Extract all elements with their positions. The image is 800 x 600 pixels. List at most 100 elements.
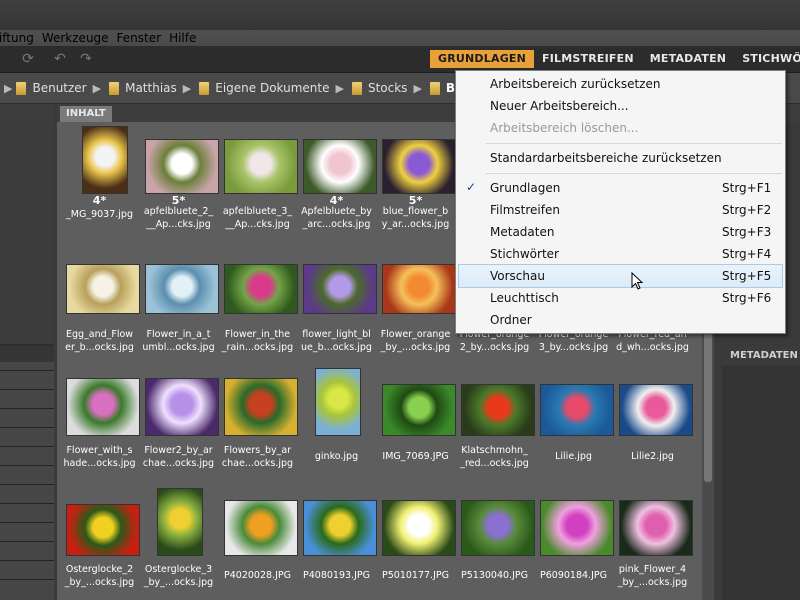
menu-item-filmstreifen[interactable]: Filmstreifen Strg+F2: [456, 199, 785, 221]
workspace-tab-filmstreifen[interactable]: FILMSTREIFEN: [534, 50, 642, 68]
folder-row-divider: [0, 389, 54, 390]
folders-panel: [0, 362, 54, 600]
workspace-tab-metadaten[interactable]: METADATEN: [642, 50, 734, 68]
tab-metadaten[interactable]: METADATEN: [722, 347, 800, 365]
thumbnail-image[interactable]: [224, 264, 298, 314]
thumbnail-image[interactable]: [461, 384, 535, 436]
menu-item-label: Standardarbeitsbereiche zurücksetzen: [490, 151, 722, 165]
thumbnail-filename: apfelbluete_3_ __Ap...cks.jpg: [222, 206, 293, 230]
menu-item-leuchttisch[interactable]: Leuchttisch Strg+F6: [456, 287, 785, 309]
thumbnail-image[interactable]: [619, 384, 693, 436]
folder-icon: [109, 81, 120, 95]
breadcrumb-item-benutzer[interactable]: Benutzer: [16, 81, 87, 95]
thumbnail-image[interactable]: [382, 384, 456, 436]
menu-item-shortcut: Strg+F1: [722, 181, 772, 195]
rating-label: 4*: [92, 194, 107, 207]
thumbnail-filename: Klatschmohn_ _red...ocks.jpg: [460, 445, 529, 469]
menu-werkzeuge[interactable]: Werkzeuge: [42, 30, 117, 46]
favorites-panel: [0, 122, 54, 344]
thumbnail-image[interactable]: [145, 264, 219, 314]
menu-list: rift­ung Werkzeuge Fenster Hilfe: [0, 30, 204, 46]
thumbnail-image[interactable]: [382, 500, 456, 556]
thumbnail-image[interactable]: [303, 264, 377, 314]
thumbnail-image[interactable]: [540, 500, 614, 556]
workspace-tab-stichwoerter[interactable]: STICHWÖ: [734, 50, 800, 80]
folder-icon: [429, 81, 440, 95]
menu-item-metadaten[interactable]: Metadaten Strg+F3: [456, 221, 785, 243]
menu-item-label: Leuchttisch: [490, 291, 559, 305]
breadcrumb-arrow-icon: ▶: [413, 81, 422, 95]
thumbnail-filename: P4020028.JPG: [224, 570, 291, 581]
undo-icon[interactable]: ↶: [52, 51, 68, 67]
thumbnail-image[interactable]: [66, 504, 140, 556]
menu-item-label: Filmstreifen: [490, 203, 560, 217]
menu-separator: [486, 173, 782, 174]
menu-item-shortcut: Strg+F2: [722, 203, 772, 217]
thumbnail-image[interactable]: [145, 139, 219, 194]
mouse-cursor-icon: [631, 272, 644, 290]
thumbnail-filename: IMG_7069.JPG: [382, 451, 449, 462]
menu-item-grundlagen[interactable]: ✓ Grundlagen Strg+F1: [456, 177, 785, 199]
thumbnail-image[interactable]: [66, 264, 140, 314]
menu-item-shortcut: Strg+F6: [722, 291, 772, 305]
folder-row-divider: [0, 579, 54, 580]
thumbnail-image[interactable]: [157, 488, 203, 556]
folder-row-divider: [0, 427, 54, 428]
breadcrumb-item-stocks[interactable]: Stocks: [351, 81, 407, 95]
folder-row-divider: [0, 465, 54, 466]
workspace-switcher: GRUNDLAGEN FILMSTREIFEN METADATEN STICHW…: [430, 50, 800, 80]
menu-item-vorschau[interactable]: Vorschau Strg+F5: [458, 264, 783, 288]
thumbnail-image[interactable]: [303, 500, 377, 556]
menu-hilfe[interactable]: Hilfe: [169, 30, 204, 46]
menu-item-reset-standard[interactable]: Standardarbeitsbereiche zurücksetzen: [456, 147, 785, 169]
toolbar: ⟳ ↶ ↷ GRUNDLAGEN FILMSTREIFEN METADATEN …: [0, 46, 800, 80]
thumbnail-image[interactable]: [82, 126, 128, 194]
thumbnail-image[interactable]: [66, 378, 140, 436]
folder-icon: [199, 81, 210, 95]
menu-item-label: Arbeitsbereich löschen...: [490, 121, 639, 135]
folder-row-divider: [0, 503, 54, 504]
workspace-tab-stichwoerter-label: STICHWÖ: [742, 52, 800, 65]
tab-inhalt[interactable]: INHALT: [60, 106, 112, 122]
thumbnail-image[interactable]: [224, 378, 298, 436]
breadcrumb-item-matthias[interactable]: Matthias: [109, 81, 177, 95]
thumbnail-image[interactable]: [619, 500, 693, 556]
thumbnail-image[interactable]: [382, 139, 456, 194]
menu-fenster[interactable]: Fenster: [117, 30, 170, 46]
thumbnail-image[interactable]: [224, 500, 298, 556]
folders-panel-header: [0, 346, 54, 362]
thumbnail-filename: Osterglocke_3 _by_...ocks.jpg: [143, 564, 214, 588]
redo-icon[interactable]: ↷: [78, 51, 94, 67]
scrollbar-thumb[interactable]: [704, 332, 712, 482]
breadcrumb-arrow-icon: ▶: [182, 81, 192, 95]
menu-item-stichwoerter[interactable]: Stichwörter Strg+F4: [456, 243, 785, 265]
thumbnail-filename: P6090184.JPG: [540, 570, 607, 581]
thumbnail-image[interactable]: [224, 139, 298, 194]
bridge-window: rift­ung Werkzeuge Fenster Hilfe ⟳ ↶ ↷ G…: [0, 0, 800, 600]
thumbnail-image[interactable]: [315, 368, 361, 436]
folder-row-divider: [0, 522, 54, 523]
breadcrumb-label: Eigene Dokumente: [215, 81, 330, 95]
thumbnail-filename: blue_flower_b y_ar...ocks.jpg: [381, 206, 450, 230]
thumbnail-filename: P5130040.JPG: [461, 570, 528, 581]
workspace-tab-grundlagen[interactable]: GRUNDLAGEN: [430, 50, 535, 68]
menu-item-new-workspace[interactable]: Neuer Arbeitsbereich...: [456, 95, 785, 117]
menu-item-label: Ordner: [490, 313, 532, 327]
thumbnail-image[interactable]: [461, 500, 535, 556]
menu-beschriftung[interactable]: rift­ung: [0, 30, 42, 46]
thumbnail-filename: Flower_with_s hade...ocks.jpg: [63, 445, 136, 469]
folder-icon: [351, 81, 362, 95]
menu-item-label: Arbeitsbereich zurücksetzen: [490, 77, 661, 91]
thumbnail-image[interactable]: [303, 139, 377, 194]
thumbnail-image[interactable]: [145, 378, 219, 436]
menu-item-ordner[interactable]: Ordner: [456, 309, 785, 331]
rotate-icon[interactable]: ⟳: [20, 51, 36, 67]
menu-item-label: Vorschau: [490, 269, 545, 283]
menu-item-reset-workspace[interactable]: Arbeitsbereich zurücksetzen: [456, 73, 785, 95]
breadcrumb-item-eigene-dokumente[interactable]: Eigene Dokumente: [199, 81, 330, 95]
thumbnail-filename: flower_light_bl ue_b...ocks.jpg: [301, 329, 372, 353]
thumbnail-image[interactable]: [382, 264, 456, 314]
thumbnail-image[interactable]: [540, 384, 614, 436]
thumbnail-filename: pink_Flower_4 _by_...ocks.jpg: [617, 564, 688, 588]
metadata-panel: [722, 366, 800, 600]
